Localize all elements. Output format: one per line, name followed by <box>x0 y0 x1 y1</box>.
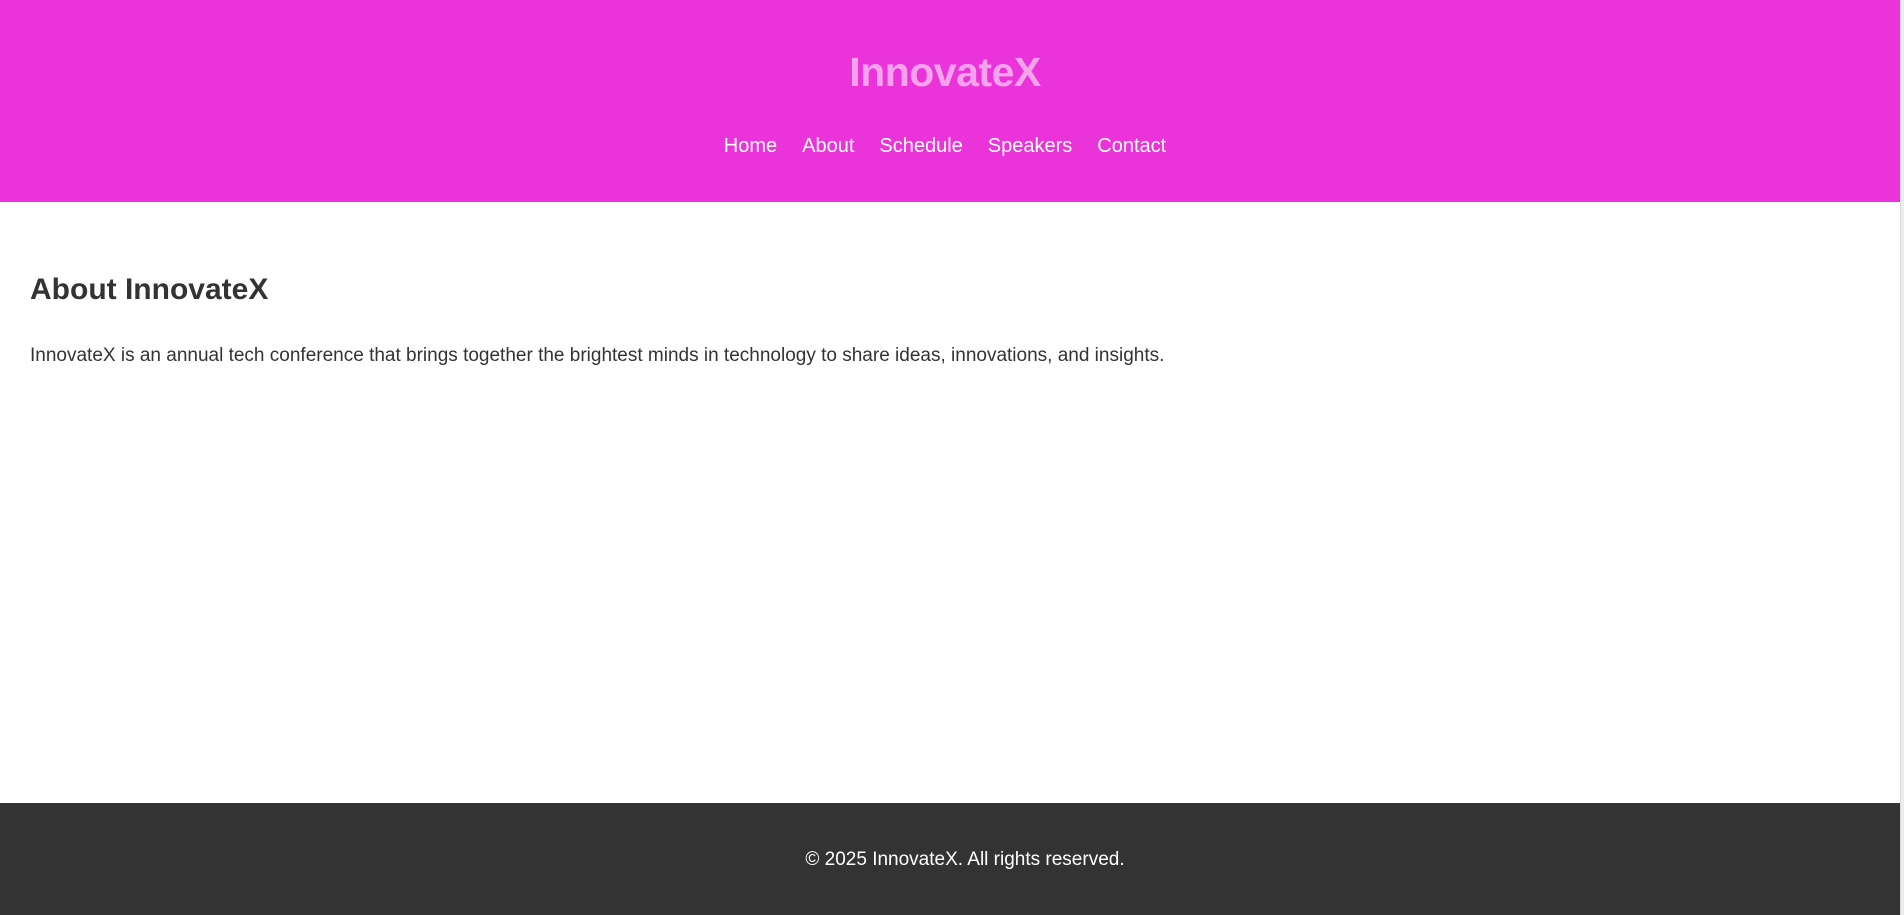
nav-link-about[interactable]: About <box>802 131 854 161</box>
site-title: InnovateX <box>849 49 1041 95</box>
page: InnovateX Home About Schedule Speakers C… <box>0 0 1904 915</box>
nav-link-home[interactable]: Home <box>724 131 777 161</box>
about-description: InnovateX is an annual tech conference t… <box>30 345 1165 366</box>
site-footer: © 2025 InnovateX. All rights reserved. <box>0 803 1900 915</box>
nav-link-schedule[interactable]: Schedule <box>879 131 962 161</box>
footer-copyright: © 2025 InnovateX. All rights reserved. <box>805 849 1125 870</box>
nav-link-contact[interactable]: Contact <box>1097 131 1166 161</box>
main-nav: Home About Schedule Speakers Contact <box>0 131 1890 161</box>
nav-link-speakers[interactable]: Speakers <box>988 131 1073 161</box>
content-column: InnovateX Home About Schedule Speakers C… <box>0 0 1900 915</box>
site-header: InnovateX Home About Schedule Speakers C… <box>0 0 1900 202</box>
scrollbar-track[interactable] <box>1900 0 1904 915</box>
about-heading: About InnovateX <box>30 273 269 306</box>
